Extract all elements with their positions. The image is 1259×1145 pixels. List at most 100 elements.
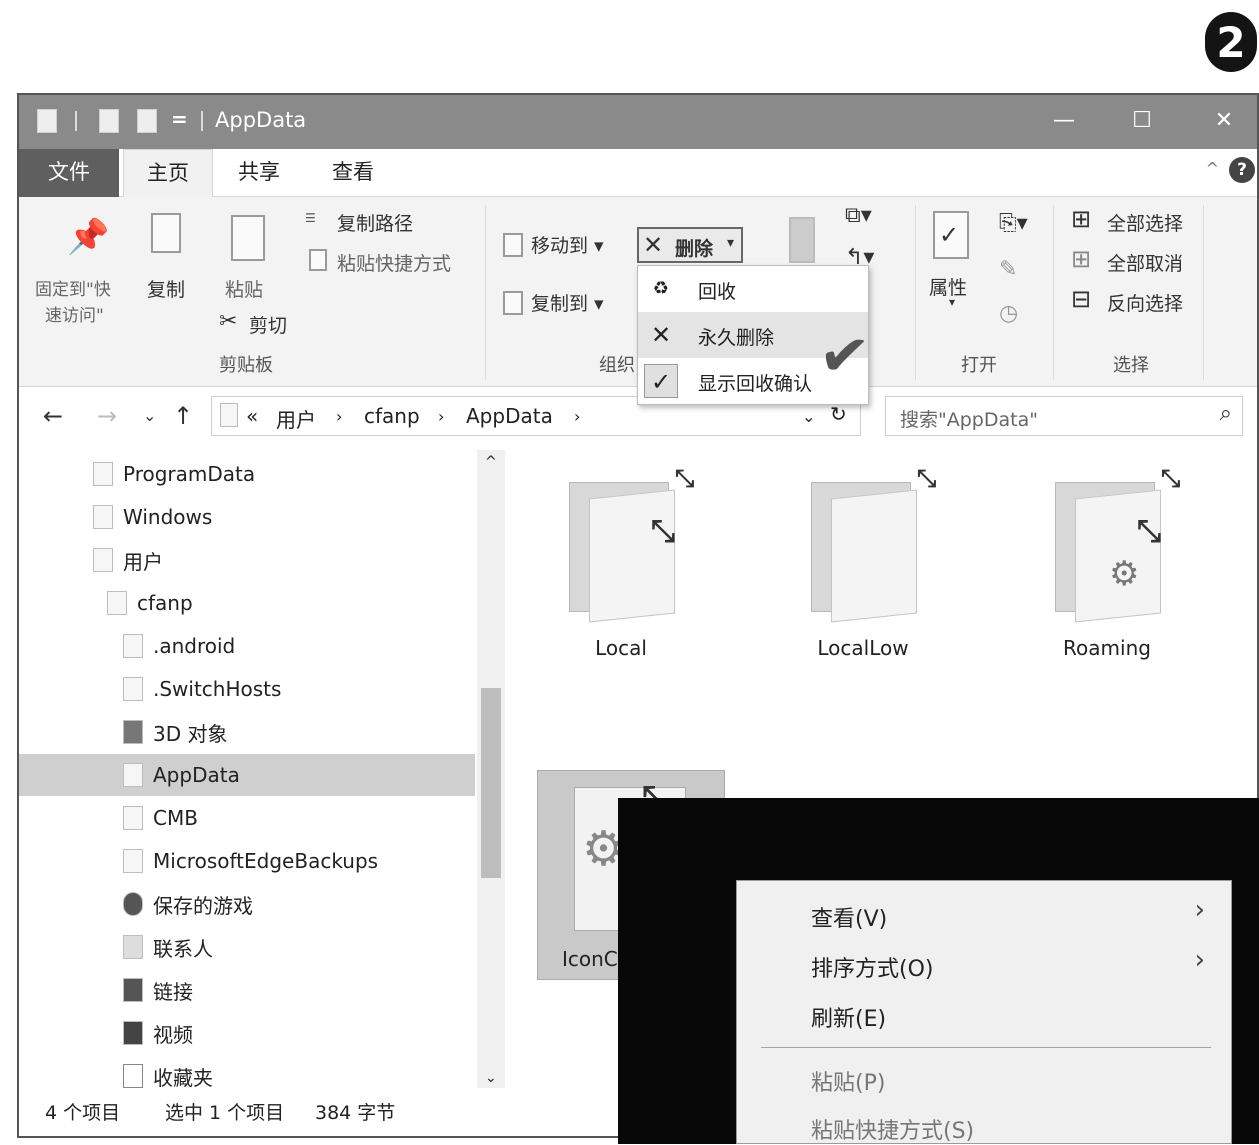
properties-qat-icon[interactable] xyxy=(99,109,119,133)
rename-icon[interactable] xyxy=(789,217,815,263)
window-title: AppData xyxy=(215,108,307,132)
nav-selection-highlight xyxy=(19,754,475,796)
tab-home[interactable]: 主页 xyxy=(123,149,213,197)
folder-label-iconcache: IconC xyxy=(562,947,618,971)
scroll-up-icon[interactable]: ^ xyxy=(485,454,497,470)
customize-qat-icon[interactable]: = xyxy=(171,107,188,131)
nav-item-android[interactable]: .android xyxy=(123,626,235,666)
folder-icon xyxy=(123,763,143,787)
move-to-label: 移动到 ▾ xyxy=(531,235,604,257)
folder-icon xyxy=(220,403,238,427)
delete-button[interactable]: ✕ 删除 ▾ xyxy=(637,227,743,263)
menu-item-recycle[interactable]: ♻ 回收 xyxy=(638,266,868,312)
compressed-arrows-icon: ⤡ xyxy=(1161,464,1181,492)
copy-label: 复制 xyxy=(147,279,186,301)
refresh-icon[interactable]: ↻ xyxy=(830,402,847,426)
folder-local[interactable]: ⤡ ⤡ xyxy=(559,464,694,624)
copy-to-label: 复制到 ▾ xyxy=(531,293,604,315)
nav-item-links[interactable]: 链接 xyxy=(123,970,193,1010)
search-input[interactable]: 搜索"AppData" ⌕ xyxy=(885,396,1243,436)
nav-item-contacts[interactable]: 联系人 xyxy=(123,927,213,967)
folder-front-icon xyxy=(831,489,917,623)
folder-label-roaming: Roaming xyxy=(1063,636,1151,660)
overflow-chevron[interactable]: « xyxy=(246,404,258,428)
contacts-icon xyxy=(123,935,143,959)
breadcrumb-appdata[interactable]: AppData xyxy=(466,404,553,428)
menu-item-paste-shortcut[interactable]: 粘贴快捷方式(S) xyxy=(811,1113,974,1145)
scroll-thumb[interactable] xyxy=(481,688,501,878)
search-icon[interactable]: ⌕ xyxy=(1220,401,1232,426)
nav-item-windows[interactable]: Windows xyxy=(93,497,212,537)
close-icon[interactable]: ✕ xyxy=(1199,103,1249,139)
select-none-icon: ⊞ xyxy=(1071,245,1092,273)
open-icon[interactable]: ⎘▾ xyxy=(999,211,1028,236)
organize-group-label: 组织 xyxy=(599,355,635,376)
item-count: 4 个项目 xyxy=(45,1102,121,1124)
invert-selection-label: 反向选择 xyxy=(1107,293,1184,315)
tab-file[interactable]: 文件 xyxy=(19,149,119,197)
folder-roaming[interactable]: ⚙ ⤡ ⤡ xyxy=(1045,464,1180,624)
nav-item-switchhosts[interactable]: .SwitchHosts xyxy=(123,669,281,709)
nav-item-cfanp[interactable]: cfanp xyxy=(107,583,193,623)
chevron-right-icon[interactable]: › xyxy=(336,407,342,426)
new-folder-qat-icon[interactable] xyxy=(137,109,157,133)
compressed-arrows-icon: ⤡ xyxy=(917,464,937,492)
navigation-pane: ProgramData Windows 用户 cfanp .android .S… xyxy=(19,450,477,1090)
up-arrow-icon[interactable]: ↑ xyxy=(173,402,193,430)
copy-path-icon: ☰ xyxy=(305,211,316,225)
chevron-right-icon[interactable]: › xyxy=(438,407,444,426)
select-all-label: 全部选择 xyxy=(1107,213,1184,235)
folder-icon xyxy=(123,677,143,701)
forward-arrow-icon[interactable]: → xyxy=(97,402,117,430)
chevron-down-icon[interactable]: ⌄ xyxy=(802,407,815,426)
breadcrumb-users[interactable]: 用户 xyxy=(276,404,316,433)
folder-icon xyxy=(107,591,127,615)
nav-item-appdata[interactable]: AppData xyxy=(123,755,240,795)
copy-icon xyxy=(151,213,181,253)
favorites-icon xyxy=(123,1064,143,1088)
copy-path-label: 复制路径 xyxy=(337,213,414,235)
collapse-ribbon-icon[interactable]: ^ xyxy=(1206,159,1219,178)
menu-item-paste[interactable]: 粘贴(P) xyxy=(811,1065,885,1097)
nav-item-3d-objects[interactable]: 3D 对象 xyxy=(123,712,227,752)
nav-item-users[interactable]: 用户 xyxy=(93,540,163,580)
new-item-icon[interactable]: ⧉▾ xyxy=(845,203,872,228)
minimize-icon[interactable]: — xyxy=(1039,103,1089,139)
menu-item-refresh[interactable]: 刷新(E) xyxy=(811,1001,886,1033)
selection-count: 选中 1 个项目 xyxy=(165,1102,285,1124)
tab-view[interactable]: 查看 xyxy=(313,149,393,197)
menu-item-sort-by[interactable]: 排序方式(O) xyxy=(811,951,933,983)
chevron-right-icon: › xyxy=(1194,945,1205,975)
folder-front-icon xyxy=(589,489,675,623)
folder-locallow[interactable]: ⤡ xyxy=(801,464,936,624)
nav-item-videos[interactable]: 视频 xyxy=(123,1013,193,1053)
menu-separator xyxy=(761,1047,1211,1048)
recent-locations-icon[interactable]: ⌄ xyxy=(143,406,156,425)
folder-icon xyxy=(93,462,113,486)
nav-item-programdata[interactable]: ProgramData xyxy=(93,454,255,494)
history-icon[interactable]: ◷ xyxy=(999,301,1018,326)
open-group-label: 打开 xyxy=(961,355,997,376)
folder-icon xyxy=(123,634,143,658)
breadcrumb-cfanp[interactable]: cfanp xyxy=(364,404,420,428)
clipboard-group-label: 剪贴板 xyxy=(219,355,273,376)
ribbon-tab-bar: 文件 主页 共享 查看 ^ ? xyxy=(19,149,1257,197)
nav-item-edge-backups[interactable]: MicrosoftEdgeBackups xyxy=(123,841,378,881)
back-arrow-icon[interactable]: ← xyxy=(43,402,63,430)
tab-share[interactable]: 共享 xyxy=(219,149,299,197)
scroll-down-icon[interactable]: ⌄ xyxy=(485,1070,497,1086)
nav-scrollbar[interactable]: ^ ⌄ xyxy=(477,450,505,1090)
nav-item-cmb[interactable]: CMB xyxy=(123,798,198,838)
clipboard-icon xyxy=(231,215,265,261)
chevron-right-icon[interactable]: › xyxy=(574,407,580,426)
paste-shortcut-label: 粘贴快捷方式 xyxy=(337,253,452,275)
paste-shortcut-icon xyxy=(309,249,327,271)
nav-item-saved-games[interactable]: 保存的游戏 xyxy=(123,884,253,924)
scissors-icon: ✂ xyxy=(219,309,238,334)
edit-icon[interactable]: ✎ xyxy=(999,257,1017,282)
qat-separator xyxy=(201,111,203,131)
menu-item-view[interactable]: 查看(V) xyxy=(811,901,887,933)
maximize-icon[interactable]: ☐ xyxy=(1117,103,1167,139)
chevron-down-icon[interactable]: ▾ xyxy=(727,235,734,251)
help-icon[interactable]: ? xyxy=(1229,157,1255,183)
